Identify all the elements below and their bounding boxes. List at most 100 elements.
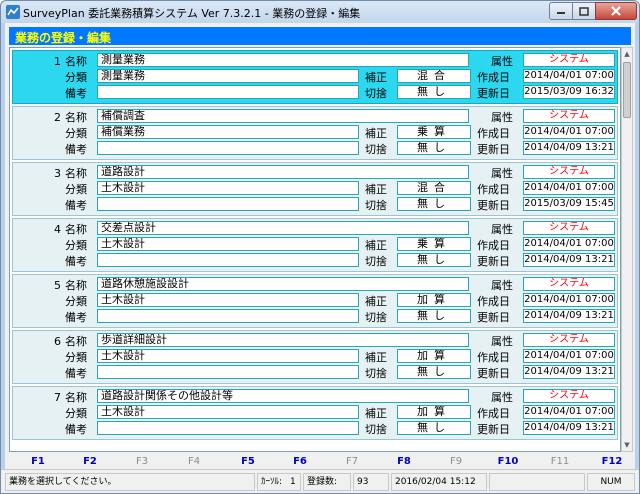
rounding-field[interactable]: 無し (397, 197, 471, 211)
category-field[interactable]: 土木設計 (97, 349, 359, 363)
attribute-field: システム (523, 389, 615, 403)
record-number: 1 (54, 55, 61, 68)
scroll-down-icon[interactable]: ▼ (622, 439, 632, 451)
correction-field[interactable]: 加算 (397, 405, 471, 419)
record-row[interactable]: 6 名称 歩道詳細設計 分類 土木設計 備考 属性 システム 補正 加算 作成日… (12, 330, 618, 384)
window-title: SurveyPlan 委託業務積算システム Ver 7.3.2.1 - 業務の登… (23, 7, 361, 20)
remarks-field[interactable] (97, 309, 359, 323)
category-field[interactable]: 測量業務 (97, 69, 359, 83)
rounding-field[interactable]: 無し (397, 421, 471, 435)
rounding-field[interactable]: 無し (397, 365, 471, 379)
category-field[interactable]: 土木設計 (97, 293, 359, 307)
rounding-label: 切捨 (365, 423, 387, 436)
category-field[interactable]: 土木設計 (97, 237, 359, 251)
name-field[interactable]: 補償調査 (97, 109, 469, 123)
rounding-field[interactable]: 無し (397, 141, 471, 155)
attribute-field: システム (523, 221, 615, 235)
remarks-field[interactable] (97, 421, 359, 435)
correction-label: 補正 (365, 71, 387, 84)
name-field[interactable]: 道路設計関係その他設計等 (97, 389, 469, 403)
app-window: SurveyPlan 委託業務積算システム Ver 7.3.2.1 - 業務の登… (0, 0, 640, 494)
created-date-field: 2014/04/01 07:00 (523, 349, 615, 363)
correction-field[interactable]: 混合 (397, 69, 471, 83)
record-row[interactable]: 4 名称 交差点設計 分類 土木設計 備考 属性 システム 補正 乗算 作成日 … (12, 218, 618, 272)
name-field[interactable]: 測量業務 (97, 53, 469, 67)
record-list[interactable]: 1 名称 測量業務 分類 測量業務 備考 属性 システム 補正 混合 作成日 2… (9, 47, 621, 452)
remarks-label: 備考 (65, 143, 87, 156)
client-area: 業務の登録・編集 1 名称 測量業務 分類 測量業務 備考 属性 システム 補正… (5, 23, 637, 491)
attribute-label: 属性 (491, 167, 513, 180)
name-field[interactable]: 歩道詳細設計 (97, 333, 469, 347)
count-label: 登録数: (303, 473, 351, 491)
correction-field[interactable]: 加算 (397, 293, 471, 307)
record-row[interactable]: 3 名称 道路設計 分類 土木設計 備考 属性 システム 補正 混合 作成日 2… (12, 162, 618, 216)
category-field[interactable]: 土木設計 (97, 405, 359, 419)
rounding-label: 切捨 (365, 255, 387, 268)
updated-label: 更新日 (477, 367, 510, 380)
remarks-field[interactable] (97, 253, 359, 267)
correction-field[interactable]: 乗算 (397, 237, 471, 251)
updated-date-field: 2014/04/09 13:21 (523, 421, 615, 435)
record-number: 5 (54, 279, 61, 292)
remarks-field[interactable] (97, 365, 359, 379)
vertical-scrollbar[interactable]: ▲ ▼ (621, 47, 633, 452)
rounding-field[interactable]: 無し (397, 85, 471, 99)
rounding-label: 切捨 (365, 199, 387, 212)
minimize-button[interactable] (549, 2, 573, 20)
name-label: 名称 (65, 279, 87, 292)
record-row[interactable]: 7 名称 道路設計関係その他設計等 分類 土木設計 備考 属性 システム 補正 … (12, 386, 618, 440)
remarks-label: 備考 (65, 199, 87, 212)
status-bar: 業務を選択してください。 ｶｰｿﾙ: 1 登録数: 93 2016/02/04 … (1, 469, 639, 493)
correction-field[interactable]: 混合 (397, 181, 471, 195)
created-label: 作成日 (477, 239, 510, 252)
category-label: 分類 (65, 71, 87, 84)
rounding-field[interactable]: 無し (397, 309, 471, 323)
updated-label: 更新日 (477, 199, 510, 212)
remarks-field[interactable] (97, 141, 359, 155)
remarks-field[interactable] (97, 197, 359, 211)
fkey-label-f2: F2 (83, 456, 97, 467)
close-button[interactable] (595, 2, 637, 20)
correction-field[interactable]: 加算 (397, 349, 471, 363)
rounding-label: 切捨 (365, 311, 387, 324)
maximize-button[interactable] (572, 2, 596, 20)
category-field[interactable]: 補償業務 (97, 125, 359, 139)
scroll-up-icon[interactable]: ▲ (622, 48, 632, 60)
updated-date-field: 2014/04/09 13:21 (523, 309, 615, 323)
correction-label: 補正 (365, 407, 387, 420)
created-date-field: 2014/04/01 07:00 (523, 293, 615, 307)
fkey-label-f10: F10 (497, 456, 519, 467)
record-number: 6 (54, 335, 61, 348)
created-label: 作成日 (477, 407, 510, 420)
numlock-indicator: NUM (587, 473, 635, 491)
fkey-label-f6: F6 (293, 456, 307, 467)
created-label: 作成日 (477, 71, 510, 84)
name-field[interactable]: 道路休憩施設設計 (97, 277, 469, 291)
record-row[interactable]: 1 名称 測量業務 分類 測量業務 備考 属性 システム 補正 混合 作成日 2… (12, 50, 618, 104)
created-label: 作成日 (477, 127, 510, 140)
updated-label: 更新日 (477, 87, 510, 100)
remarks-label: 備考 (65, 311, 87, 324)
name-label: 名称 (65, 335, 87, 348)
fkey-label-f5: F5 (241, 456, 255, 467)
category-field[interactable]: 土木設計 (97, 181, 359, 195)
name-label: 名称 (65, 223, 87, 236)
attribute-field: システム (523, 165, 615, 179)
record-row[interactable]: 5 名称 道路休憩施設設計 分類 土木設計 備考 属性 システム 補正 加算 作… (12, 274, 618, 328)
name-label: 名称 (65, 111, 87, 124)
name-field[interactable]: 道路設計 (97, 165, 469, 179)
correction-label: 補正 (365, 183, 387, 196)
title-bar[interactable]: SurveyPlan 委託業務積算システム Ver 7.3.2.1 - 業務の登… (1, 1, 639, 23)
record-row[interactable]: 2 名称 補償調査 分類 補償業務 備考 属性 システム 補正 乗算 作成日 2… (12, 106, 618, 160)
minimize-icon (557, 12, 565, 14)
created-date-field: 2014/04/01 07:00 (523, 69, 615, 83)
scroll-thumb[interactable] (623, 62, 631, 118)
correction-field[interactable]: 乗算 (397, 125, 471, 139)
updated-date-field: 2014/04/09 13:21 (523, 253, 615, 267)
created-label: 作成日 (477, 183, 510, 196)
status-message: 業務を選択してください。 (5, 473, 255, 491)
cursor-value: 1 (287, 473, 301, 491)
rounding-field[interactable]: 無し (397, 253, 471, 267)
remarks-field[interactable] (97, 85, 359, 99)
name-field[interactable]: 交差点設計 (97, 221, 469, 235)
